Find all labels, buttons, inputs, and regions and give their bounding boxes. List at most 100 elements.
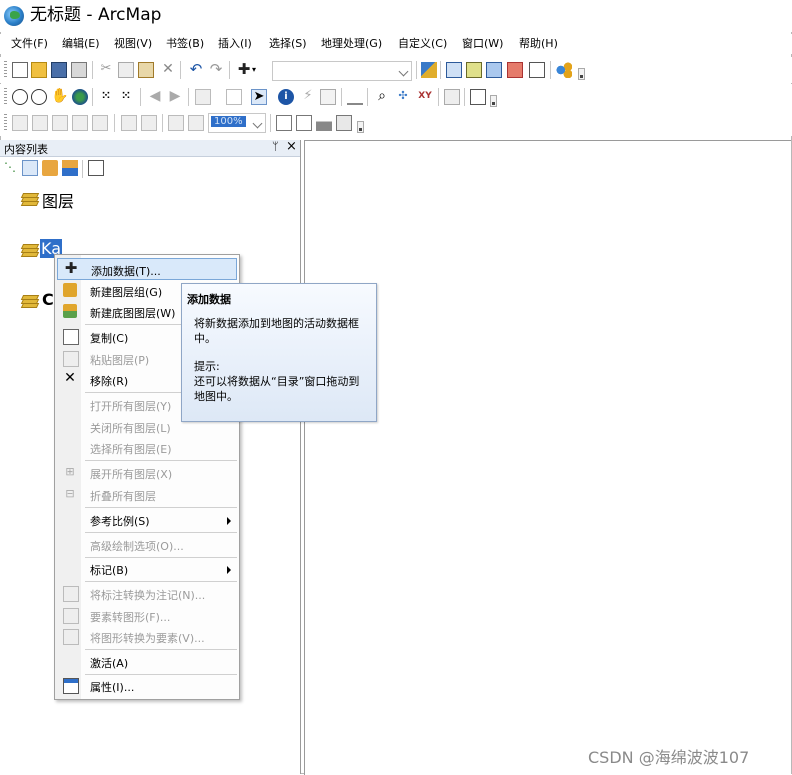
time-slider-icon[interactable] (444, 89, 460, 105)
search-window-icon[interactable] (486, 62, 502, 78)
menu-item-advanced-drawing-options[interactable]: 高级绘制选项(O)... (57, 534, 237, 556)
pin-icon[interactable]: ᛘ (272, 140, 279, 153)
python-window-icon[interactable] (529, 62, 545, 78)
open-folder-icon[interactable] (31, 62, 47, 78)
focus-data-frame-icon[interactable] (296, 115, 312, 131)
delete-icon[interactable]: ✕ (160, 62, 176, 78)
toolbar-overflow-chevron[interactable] (578, 68, 585, 80)
table-of-contents-icon[interactable] (446, 62, 462, 78)
layout-zoom-combobox[interactable]: 100% (208, 113, 266, 133)
toolbar-overflow-chevron[interactable] (490, 95, 497, 107)
html-popup-icon[interactable] (320, 89, 336, 105)
add-data-toolbar-icon[interactable]: ✚ (236, 62, 252, 78)
menu-item-add-data[interactable]: ✚ 添加数据(T)... (57, 258, 237, 280)
toolbar-separator (188, 88, 189, 106)
print-icon[interactable] (71, 62, 87, 78)
toc-toolbar: ⋱ (0, 157, 300, 179)
chevron-down-icon (252, 118, 263, 129)
layout-zoom-out-icon[interactable] (32, 115, 48, 131)
menu-bar: 文件(F) 编辑(E) 视图(V) 书签(B) 插入(I) 选择(S) 地理处理… (0, 34, 792, 54)
layout-pan-icon[interactable] (52, 115, 68, 131)
menu-selection[interactable]: 选择(S) (269, 37, 307, 51)
list-by-source-icon[interactable] (22, 160, 38, 176)
add-data-dropdown-icon[interactable]: ▾ (252, 62, 260, 78)
find-binoculars-icon[interactable]: ⌕ (374, 89, 390, 105)
modelbuilder-icon[interactable] (556, 62, 572, 78)
layer-label[interactable]: C (42, 290, 54, 309)
menu-file[interactable]: 文件(F) (11, 37, 48, 51)
menu-item-properties[interactable]: 属性(I)... (57, 675, 237, 697)
menu-item-label: 折叠所有图层 (90, 490, 156, 503)
toolbar-grip[interactable] (4, 88, 7, 106)
go-to-xy-icon[interactable]: XY (417, 89, 433, 105)
fixed-zoom-out-icon[interactable]: ⁙ (118, 89, 134, 105)
save-icon[interactable] (51, 62, 67, 78)
menu-item-select-all-layers[interactable]: 选择所有图层(E) (57, 437, 237, 459)
toolbar-separator (464, 88, 465, 106)
options-icon[interactable] (88, 160, 104, 176)
undo-icon[interactable]: ↶ (188, 62, 204, 78)
toggle-draft-mode-icon[interactable] (276, 115, 292, 131)
catalog-window-icon[interactable] (466, 62, 482, 78)
submenu-arrow-icon (227, 566, 231, 574)
back-arrow-icon[interactable]: ◀ (147, 89, 163, 105)
fixed-zoom-out-layout-icon[interactable] (141, 115, 157, 131)
menu-item-graphics-to-features[interactable]: 将图形转换为要素(V)... (57, 626, 237, 648)
fixed-zoom-in-layout-icon[interactable] (121, 115, 137, 131)
measure-icon[interactable] (347, 89, 363, 105)
pan-hand-icon[interactable]: ✋ (51, 89, 68, 105)
menu-item-collapse-all[interactable]: ⊟ 折叠所有图层 (57, 484, 237, 506)
menu-item-reference-scale[interactable]: 参考比例(S) (57, 509, 237, 531)
select-features-icon[interactable] (195, 89, 211, 105)
identify-icon[interactable]: i (278, 89, 294, 105)
zoom-out-icon[interactable] (31, 89, 47, 105)
zoom-in-icon[interactable] (12, 89, 28, 105)
create-viewer-window-icon[interactable] (470, 89, 486, 105)
redo-icon[interactable]: ↷ (208, 62, 224, 78)
list-by-visibility-icon[interactable] (42, 160, 58, 176)
select-elements-arrow-icon[interactable]: ➤ (251, 89, 267, 105)
toolbar-overflow-chevron[interactable] (357, 121, 364, 133)
previous-extent-icon[interactable] (168, 115, 184, 131)
zoom-whole-page-icon[interactable] (72, 115, 88, 131)
editor-toolbar-icon[interactable] (421, 62, 437, 78)
layout-zoom-in-icon[interactable] (12, 115, 28, 131)
forward-arrow-icon[interactable]: ▶ (167, 89, 183, 105)
menu-help[interactable]: 帮助(H) (519, 37, 558, 51)
change-layout-icon[interactable] (316, 115, 332, 131)
map-view[interactable] (304, 140, 791, 775)
menu-view[interactable]: 视图(V) (114, 37, 152, 51)
new-document-icon[interactable] (12, 62, 28, 78)
full-extent-icon[interactable] (72, 89, 88, 105)
cut-icon[interactable]: ✂ (98, 62, 114, 78)
menu-item-activate[interactable]: 激活(A) (57, 651, 237, 673)
next-extent-icon[interactable] (188, 115, 204, 131)
menu-geoprocessing[interactable]: 地理处理(G) (321, 37, 382, 51)
map-scale-combobox[interactable] (272, 61, 412, 81)
zoom-100-icon[interactable] (92, 115, 108, 131)
menu-edit[interactable]: 编辑(E) (62, 37, 100, 51)
menu-customize[interactable]: 自定义(C) (398, 37, 447, 51)
find-route-icon[interactable]: ✣ (395, 89, 411, 105)
arctoolbox-icon[interactable] (507, 62, 523, 78)
clear-selection-icon[interactable] (226, 89, 242, 105)
menu-item-features-to-graphics[interactable]: 要素转图形(F)... (57, 605, 237, 627)
menu-item-expand-all[interactable]: ⊞ 展开所有图层(X) (57, 462, 237, 484)
copy-toolbar-icon[interactable] (118, 62, 134, 78)
menu-windows[interactable]: 窗口(W) (462, 37, 503, 51)
paste-toolbar-icon[interactable] (138, 62, 154, 78)
close-icon[interactable]: × (286, 139, 297, 154)
data-driven-pages-icon[interactable] (336, 115, 352, 131)
toolbar-grip[interactable] (4, 61, 7, 79)
toolbar-grip[interactable] (4, 114, 7, 132)
list-by-drawing-order-icon[interactable]: ⋱ (4, 160, 20, 176)
menu-insert[interactable]: 插入(I) (218, 37, 252, 51)
fixed-zoom-in-icon[interactable]: ⁙ (98, 89, 114, 105)
menu-bookmarks[interactable]: 书签(B) (166, 37, 204, 51)
layer-label[interactable]: 图层 (42, 188, 74, 212)
list-by-selection-icon[interactable] (62, 160, 78, 176)
hyperlink-icon[interactable]: ⚡ (300, 89, 316, 105)
menu-item-labeling[interactable]: 标记(B) (57, 558, 237, 580)
tooltip-title: 添加数据 (187, 293, 231, 306)
menu-item-convert-labels[interactable]: 将标注转换为注记(N)... (57, 583, 237, 605)
